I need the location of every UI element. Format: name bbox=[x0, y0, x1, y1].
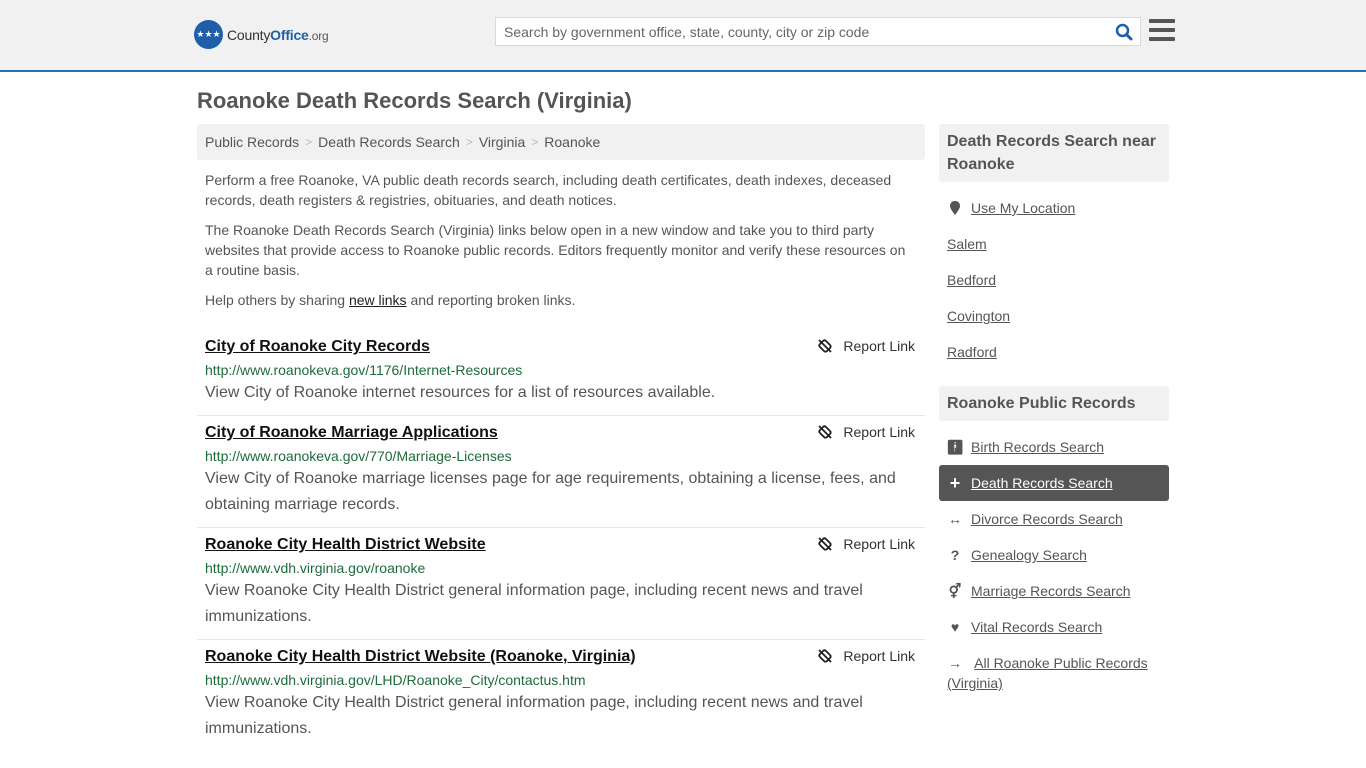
report-link-button[interactable]: Report Link bbox=[817, 536, 915, 552]
report-link-button[interactable]: Report Link bbox=[817, 648, 915, 664]
result-url: http://www.roanokeva.gov/770/Marriage-Li… bbox=[205, 448, 512, 464]
public-record-item[interactable]: ? Genealogy Search bbox=[939, 537, 1169, 573]
hamburger-menu-icon[interactable] bbox=[1149, 19, 1175, 41]
breadcrumb: Public Records > Death Records Search > … bbox=[197, 124, 925, 160]
result-item: Roanoke City Health District Website htt… bbox=[197, 528, 925, 640]
breadcrumb-separator: > bbox=[531, 135, 539, 149]
result-title-link[interactable]: City of Roanoke Marriage Applications bbox=[205, 422, 498, 444]
report-link-button[interactable]: Report Link bbox=[817, 424, 915, 440]
public-record-item[interactable]: 🚹︎ Birth Records Search bbox=[939, 429, 1169, 465]
question-icon: ? bbox=[950, 547, 960, 563]
breadcrumb-current: Roanoke bbox=[544, 134, 601, 150]
public-record-item[interactable]: → All Roanoke Public Records (Virginia) bbox=[939, 645, 1169, 693]
birth-records-link[interactable]: Birth Records Search bbox=[971, 439, 1104, 455]
result-description: View Roanoke City Health District genera… bbox=[205, 694, 863, 737]
result-title-link[interactable]: City of Roanoke City Records bbox=[205, 336, 430, 358]
nearby-item[interactable]: Covington bbox=[939, 298, 1169, 334]
result-description: View City of Roanoke marriage licenses p… bbox=[205, 470, 896, 513]
search-button[interactable] bbox=[1108, 18, 1140, 45]
search-box bbox=[495, 17, 1141, 46]
breadcrumb-virginia[interactable]: Virginia bbox=[479, 134, 525, 150]
use-location-link[interactable]: Use My Location bbox=[971, 200, 1075, 216]
genealogy-link[interactable]: Genealogy Search bbox=[971, 547, 1087, 563]
intro-text: Perform a free Roanoke, VA public death … bbox=[197, 170, 925, 310]
result-item: Roanoke City Health District Website (Ro… bbox=[197, 640, 925, 751]
public-record-item[interactable]: ♥ Vital Records Search bbox=[939, 609, 1169, 645]
marriage-records-link[interactable]: Marriage Records Search bbox=[971, 583, 1131, 599]
map-pin-icon bbox=[947, 201, 963, 215]
nearby-link-bedford[interactable]: Bedford bbox=[947, 272, 996, 288]
breadcrumb-public-records[interactable]: Public Records bbox=[205, 134, 299, 150]
broken-link-icon bbox=[818, 649, 833, 663]
intro-paragraph: The Roanoke Death Records Search (Virgin… bbox=[205, 222, 906, 278]
results-list: City of Roanoke City Records http://www.… bbox=[197, 330, 925, 751]
use-location-item[interactable]: Use My Location bbox=[939, 190, 1169, 226]
public-record-item[interactable]: ⚥ Marriage Records Search bbox=[939, 573, 1169, 609]
broken-link-icon bbox=[818, 425, 833, 439]
site-logo[interactable]: ★★★ CountyOffice.org bbox=[194, 20, 329, 49]
nearby-heading: Death Records Search near Roanoke bbox=[939, 124, 1169, 182]
breadcrumb-death-records[interactable]: Death Records Search bbox=[318, 134, 460, 150]
public-record-item-active[interactable]: + Death Records Search bbox=[939, 465, 1169, 501]
logo-accent: Office bbox=[270, 26, 309, 43]
result-title-link[interactable]: Roanoke City Health District Website (Ro… bbox=[205, 646, 636, 668]
nearby-link-covington[interactable]: Covington bbox=[947, 308, 1010, 324]
nearby-link-radford[interactable]: Radford bbox=[947, 344, 997, 360]
breadcrumb-separator: > bbox=[305, 135, 313, 149]
sidebar: Death Records Search near Roanoke Use My… bbox=[939, 124, 1169, 701]
result-description: View City of Roanoke internet resources … bbox=[205, 384, 716, 401]
logo-tld: .org bbox=[308, 28, 329, 43]
broken-link-icon bbox=[818, 537, 833, 551]
page-title: Roanoke Death Records Search (Virginia) bbox=[197, 88, 632, 113]
nearby-link-salem[interactable]: Salem bbox=[947, 236, 987, 252]
heartbeat-icon: ♥ bbox=[950, 619, 960, 635]
new-links-link[interactable]: new links bbox=[349, 292, 407, 308]
result-url: http://www.vdh.virginia.gov/LHD/Roanoke_… bbox=[205, 672, 586, 688]
search-icon bbox=[1115, 23, 1133, 40]
nearby-list: Use My Location Salem Bedford Covington … bbox=[939, 182, 1169, 378]
death-records-link[interactable]: Death Records Search bbox=[971, 475, 1113, 491]
vital-records-link[interactable]: Vital Records Search bbox=[971, 619, 1102, 635]
divorce-records-link[interactable]: Divorce Records Search bbox=[971, 511, 1123, 527]
logo-name: County bbox=[227, 26, 271, 43]
nearby-item[interactable]: Radford bbox=[939, 334, 1169, 370]
result-url: http://www.roanokeva.gov/1176/Internet-R… bbox=[205, 362, 523, 378]
child-icon: 🚹︎ bbox=[946, 438, 964, 455]
nearby-item[interactable]: Salem bbox=[939, 226, 1169, 262]
public-records-heading: Roanoke Public Records bbox=[939, 386, 1169, 421]
arrows-horizontal-icon: ↔ bbox=[948, 511, 962, 527]
site-header: ★★★ CountyOffice.org bbox=[0, 0, 1366, 72]
result-description: View Roanoke City Health District genera… bbox=[205, 582, 863, 625]
public-records-list: 🚹︎ Birth Records Search + Death Records … bbox=[939, 421, 1169, 701]
result-item: City of Roanoke Marriage Applications ht… bbox=[197, 416, 925, 528]
eagle-logo-icon: ★★★ bbox=[194, 20, 223, 49]
broken-link-icon bbox=[818, 339, 833, 353]
search-input[interactable] bbox=[496, 18, 1108, 45]
result-url: http://www.vdh.virginia.gov/roanoke bbox=[205, 560, 426, 576]
public-record-item[interactable]: ↔ Divorce Records Search bbox=[939, 501, 1169, 537]
arrow-right-icon: → bbox=[948, 655, 962, 671]
share-paragraph: Help others by sharing new links and rep… bbox=[205, 292, 576, 308]
report-link-button[interactable]: Report Link bbox=[817, 338, 915, 354]
gender-icon: ⚥ bbox=[948, 582, 962, 599]
nearby-item[interactable]: Bedford bbox=[939, 262, 1169, 298]
result-title-link[interactable]: Roanoke City Health District Website bbox=[205, 534, 486, 556]
breadcrumb-separator: > bbox=[465, 135, 473, 149]
intro-paragraph: Perform a free Roanoke, VA public death … bbox=[205, 172, 892, 208]
plus-icon: + bbox=[949, 472, 961, 493]
result-item: City of Roanoke City Records http://www.… bbox=[197, 330, 925, 416]
all-public-records-link[interactable]: All Roanoke Public Records (Virginia) bbox=[947, 655, 1148, 691]
main-content: Public Records > Death Records Search > … bbox=[197, 124, 925, 751]
